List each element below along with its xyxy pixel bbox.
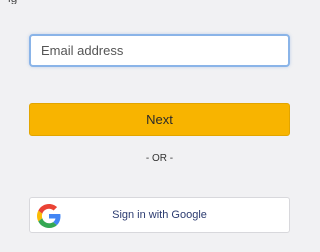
sign-in-page: ig Next - OR - Sign in with Google bbox=[0, 0, 305, 252]
next-button[interactable]: Next bbox=[29, 103, 290, 136]
cut-off-text: ig bbox=[8, 0, 17, 4]
google-sign-in-label: Sign in with Google bbox=[112, 209, 207, 221]
cut-off-text-row: ig bbox=[0, 0, 305, 6]
google-sign-in-button[interactable]: Sign in with Google bbox=[29, 197, 290, 233]
or-divider: - OR - bbox=[145, 153, 174, 164]
email-input[interactable] bbox=[29, 34, 290, 67]
